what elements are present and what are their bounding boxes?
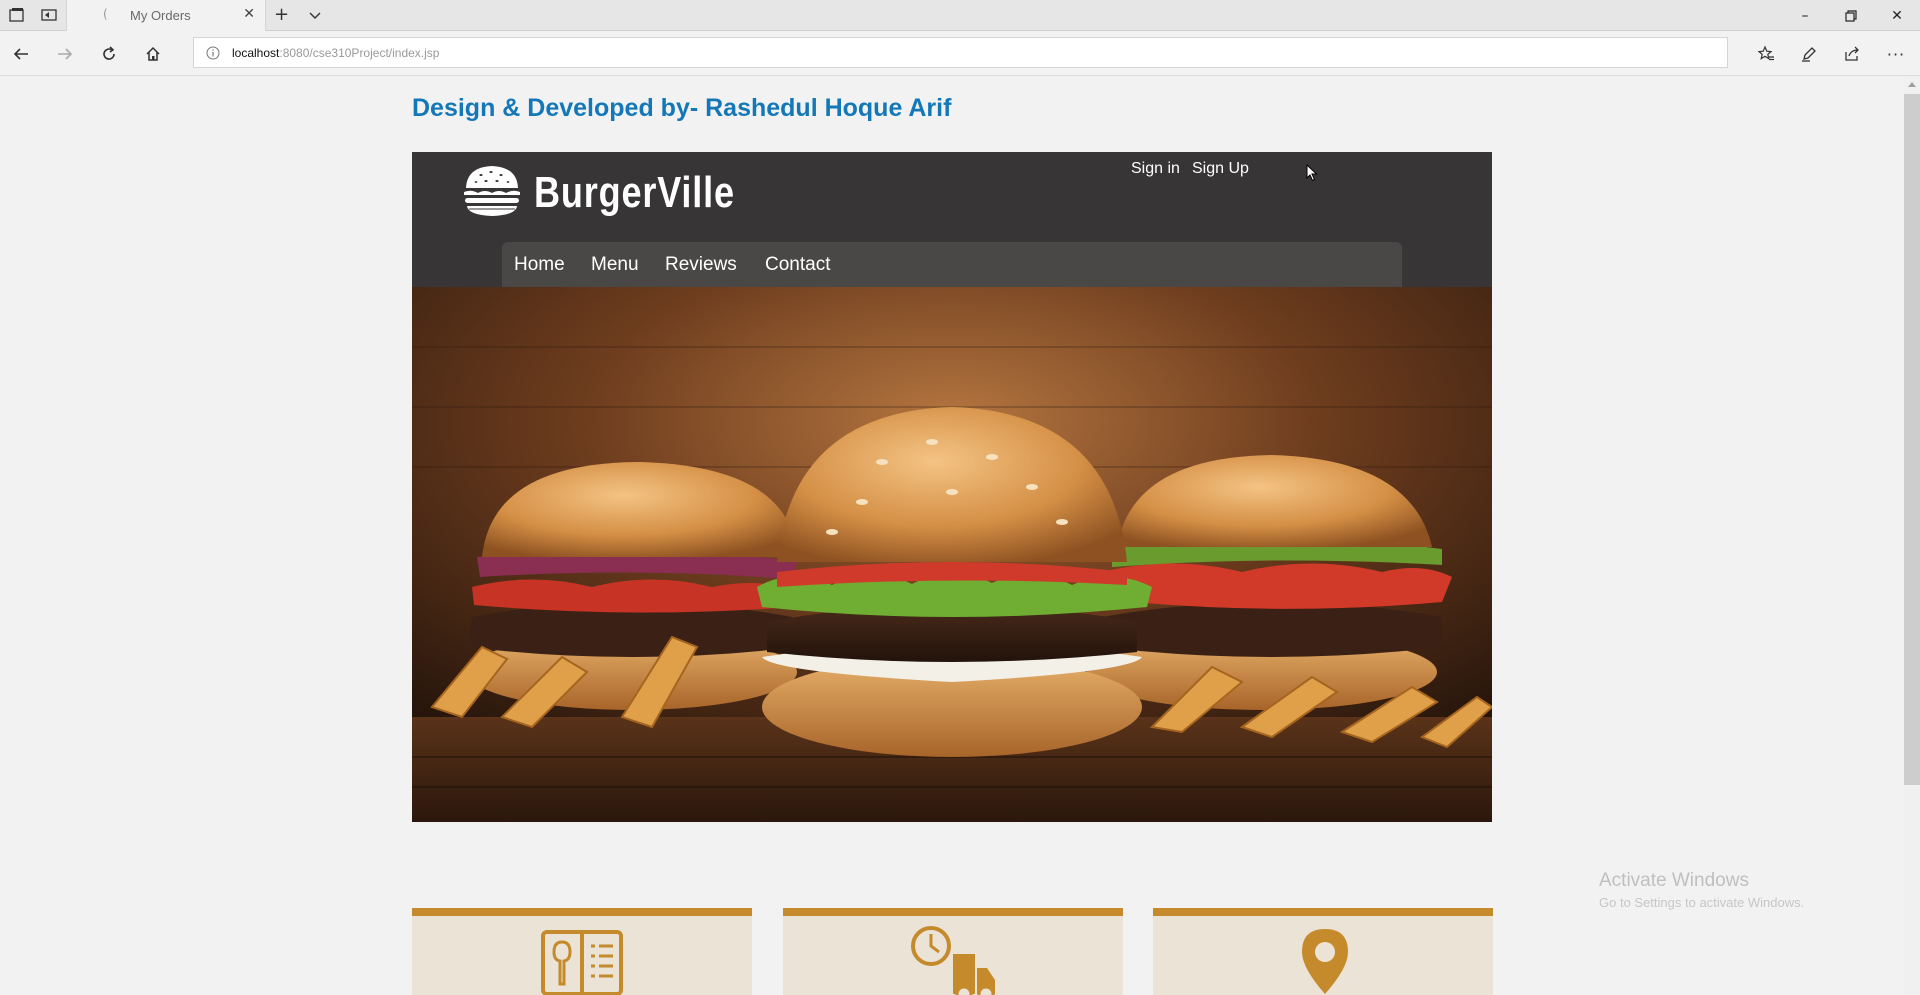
menu-book-icon [541,930,623,995]
url-host: localhost [232,46,280,60]
web-note-button[interactable] [1795,40,1823,68]
scroll-up-arrow-icon[interactable] [1908,82,1916,87]
nav-contact-link[interactable]: Contact [765,254,830,276]
browser-title-bar: ( My Orders ✕ + – ✕ [0,0,1920,31]
scrollbar-thumb[interactable] [1904,94,1920,785]
home-icon [146,46,160,61]
share-icon [1845,46,1859,61]
refresh-button[interactable] [95,40,123,68]
nav-reviews-link[interactable]: Reviews [665,254,737,276]
page-viewport: Design & Developed by- Rashedul Hoque Ar… [0,76,1904,995]
url-path: :8080/cse310Project/index.jsp [279,46,440,60]
back-arrow-icon [13,48,28,60]
feature-card-menu[interactable] [412,908,752,995]
site-header: BurgerVille Sign in Sign Up Home Menu Re… [412,152,1492,287]
delivery-truck-icon [911,926,995,995]
feature-card-accent [1153,908,1493,916]
location-pin-icon [1302,929,1348,994]
more-dots-icon: ··· [1886,44,1906,64]
browser-tab-active[interactable]: ( My Orders ✕ [66,0,266,31]
tab-manager-icon[interactable] [8,7,26,23]
new-tab-icon[interactable]: + [274,4,289,25]
nav-home-link[interactable]: Home [514,254,565,276]
site-info-icon[interactable] [206,46,220,60]
brand-logo-text[interactable]: BurgerVille [534,168,735,218]
activate-windows-subtitle: Go to Settings to activate Windows. [1599,895,1805,910]
restore-button[interactable] [1828,0,1874,31]
forward-arrow-icon [58,48,73,60]
pen-icon [1802,47,1816,62]
hero-burger-image [412,287,1492,822]
nav-menu-link[interactable]: Menu [591,254,639,276]
feature-card-accent [412,908,752,916]
more-options-button[interactable]: ··· [1882,40,1910,68]
burger-logo-icon[interactable] [461,162,523,220]
page-scrollbar[interactable] [1904,76,1920,995]
feature-card-delivery[interactable] [783,908,1123,995]
restore-icon [1845,9,1857,22]
developer-credit-heading: Design & Developed by- Rashedul Hoque Ar… [412,94,952,122]
share-button[interactable] [1838,40,1866,68]
sign-in-link[interactable]: Sign in [1131,160,1180,178]
tab-loading-icon: ( [103,7,108,21]
burgerville-site: BurgerVille Sign in Sign Up Home Menu Re… [412,152,1492,822]
address-bar[interactable]: localhost:8080/cse310Project/index.jsp [193,37,1728,68]
feature-card-accent [783,908,1123,916]
address-url[interactable]: localhost:8080/cse310Project/index.jsp [232,46,439,60]
feature-card-location[interactable] [1153,908,1493,995]
favorites-button[interactable] [1752,40,1780,68]
back-button[interactable] [7,40,35,68]
tab-list-chevron-icon[interactable] [304,6,326,24]
tab-title: My Orders [130,8,191,23]
sign-up-link[interactable]: Sign Up [1192,160,1249,178]
close-window-button[interactable]: ✕ [1874,0,1920,31]
main-nav-menu: Home Menu Reviews Contact [502,242,1402,287]
favorites-star-icon [1757,45,1774,61]
set-aside-tabs-icon[interactable] [40,7,58,23]
home-button[interactable] [139,40,167,68]
activate-windows-title: Activate Windows [1599,870,1749,891]
forward-button[interactable] [51,40,79,68]
browser-navigation-bar: localhost:8080/cse310Project/index.jsp ·… [0,31,1920,76]
refresh-icon [103,46,115,60]
tab-close-icon[interactable]: ✕ [243,6,255,22]
mouse-cursor-icon [1306,164,1318,182]
minimize-button[interactable]: – [1782,0,1828,31]
